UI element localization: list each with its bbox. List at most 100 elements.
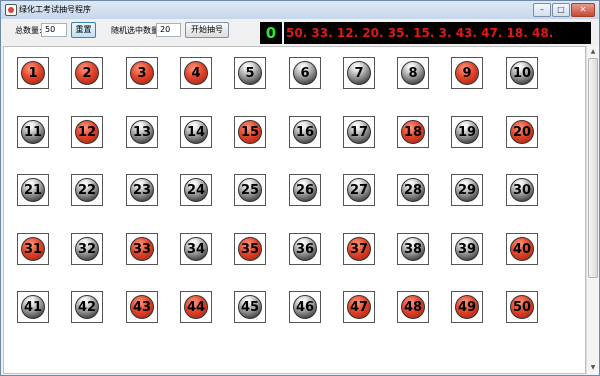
app-icon [5, 4, 17, 16]
ball-cell[interactable]: 17 [343, 116, 375, 148]
ball-cell[interactable]: 41 [17, 291, 49, 323]
selected-ball: 37 [347, 237, 371, 261]
ball-cell[interactable]: 49 [451, 291, 483, 323]
total-count-input[interactable]: 50 [41, 23, 67, 37]
vertical-scrollbar[interactable]: ▲ ▼ [586, 46, 599, 374]
ball-cell[interactable]: 20 [506, 116, 538, 148]
ball-cell[interactable]: 7 [343, 57, 375, 89]
ball-cell[interactable]: 34 [180, 233, 212, 265]
ball-number: 50 [512, 300, 532, 315]
ball-cell[interactable]: 24 [180, 174, 212, 206]
selected-ball: 12 [75, 120, 99, 144]
selected-ball: 15 [238, 120, 262, 144]
ball-cell[interactable]: 16 [289, 116, 321, 148]
selected-ball: 40 [510, 237, 534, 261]
ball-cell[interactable]: 1 [17, 57, 49, 89]
unselected-ball: 21 [21, 178, 45, 202]
selected-ball: 43 [130, 295, 154, 319]
ball-cell[interactable]: 50 [506, 291, 538, 323]
ball-cell[interactable]: 26 [289, 174, 321, 206]
ball-cell[interactable]: 38 [397, 233, 429, 265]
ball-cell[interactable]: 40 [506, 233, 538, 265]
ball-cell[interactable]: 5 [234, 57, 266, 89]
ball-number: 22 [77, 183, 97, 198]
unselected-ball: 26 [293, 178, 317, 202]
unselected-ball: 38 [401, 237, 425, 261]
ball-cell[interactable]: 48 [397, 291, 429, 323]
ball-cell[interactable]: 19 [451, 116, 483, 148]
random-count-input[interactable]: 20 [156, 23, 181, 37]
ball-cell[interactable]: 12 [71, 116, 103, 148]
ball-number: 38 [403, 242, 423, 257]
ball-cell[interactable]: 35 [234, 233, 266, 265]
ball-cell[interactable]: 39 [451, 233, 483, 265]
ball-cell[interactable]: 15 [234, 116, 266, 148]
selected-ball: 20 [510, 120, 534, 144]
maximize-icon[interactable]: □ [552, 3, 570, 17]
ball-number: 15 [240, 125, 260, 140]
ball-cell[interactable]: 28 [397, 174, 429, 206]
ball-cell[interactable]: 33 [126, 233, 158, 265]
selected-ball: 35 [238, 237, 262, 261]
ball-number: 12 [77, 125, 97, 140]
ball-cell[interactable]: 47 [343, 291, 375, 323]
ball-number: 42 [77, 300, 97, 315]
ball-cell[interactable]: 21 [17, 174, 49, 206]
selected-ball: 33 [130, 237, 154, 261]
reset-button[interactable]: 重置 [71, 22, 96, 38]
ball-cell[interactable]: 25 [234, 174, 266, 206]
ball-cell[interactable]: 11 [17, 116, 49, 148]
ball-number: 9 [462, 66, 472, 81]
ball-cell[interactable]: 44 [180, 291, 212, 323]
close-icon[interactable]: ✕ [571, 3, 595, 17]
ball-cell[interactable]: 23 [126, 174, 158, 206]
ball-number: 2 [82, 66, 92, 81]
ball-cell[interactable]: 29 [451, 174, 483, 206]
ball-cell[interactable]: 9 [451, 57, 483, 89]
ball-cell[interactable]: 27 [343, 174, 375, 206]
ball-number: 43 [132, 300, 152, 315]
unselected-ball: 39 [455, 237, 479, 261]
selected-ball: 3 [130, 61, 154, 85]
ball-cell[interactable]: 30 [506, 174, 538, 206]
ball-cell[interactable]: 14 [180, 116, 212, 148]
minimize-icon[interactable]: – [533, 3, 551, 17]
ball-number: 7 [354, 66, 364, 81]
ball-number: 33 [132, 242, 152, 257]
ball-cell[interactable]: 2 [71, 57, 103, 89]
selected-ball: 44 [184, 295, 208, 319]
ball-cell[interactable]: 43 [126, 291, 158, 323]
start-draw-button[interactable]: 开始抽号 [185, 22, 229, 38]
ball-number: 30 [512, 183, 532, 198]
ball-cell[interactable]: 42 [71, 291, 103, 323]
selected-ball: 47 [347, 295, 371, 319]
scroll-up-icon[interactable]: ▲ [588, 47, 598, 57]
ball-cell[interactable]: 8 [397, 57, 429, 89]
ball-cell[interactable]: 18 [397, 116, 429, 148]
ball-number: 6 [300, 66, 310, 81]
ball-cell[interactable]: 3 [126, 57, 158, 89]
unselected-ball: 13 [130, 120, 154, 144]
ball-cell[interactable]: 10 [506, 57, 538, 89]
selected-ball: 49 [455, 295, 479, 319]
ball-cell[interactable]: 13 [126, 116, 158, 148]
ball-cell[interactable]: 36 [289, 233, 321, 265]
unselected-ball: 24 [184, 178, 208, 202]
ball-cell[interactable]: 22 [71, 174, 103, 206]
title-bar: 绿化工考试抽号程序 – □ ✕ [1, 1, 599, 19]
ball-cell[interactable]: 46 [289, 291, 321, 323]
ball-cell[interactable]: 31 [17, 233, 49, 265]
unselected-ball: 8 [401, 61, 425, 85]
selected-ball: 1 [21, 61, 45, 85]
scroll-thumb[interactable] [588, 58, 598, 278]
unselected-ball: 22 [75, 178, 99, 202]
ball-cell[interactable]: 4 [180, 57, 212, 89]
scroll-down-icon[interactable]: ▼ [588, 363, 598, 373]
ball-cell[interactable]: 6 [289, 57, 321, 89]
drawn-numbers-display: 50. 33. 12. 20. 35. 15. 3. 43. 47. 18. 4… [284, 22, 591, 44]
ball-number: 35 [240, 242, 260, 257]
ball-cell[interactable]: 45 [234, 291, 266, 323]
ball-cell[interactable]: 37 [343, 233, 375, 265]
unselected-ball: 16 [293, 120, 317, 144]
ball-cell[interactable]: 32 [71, 233, 103, 265]
